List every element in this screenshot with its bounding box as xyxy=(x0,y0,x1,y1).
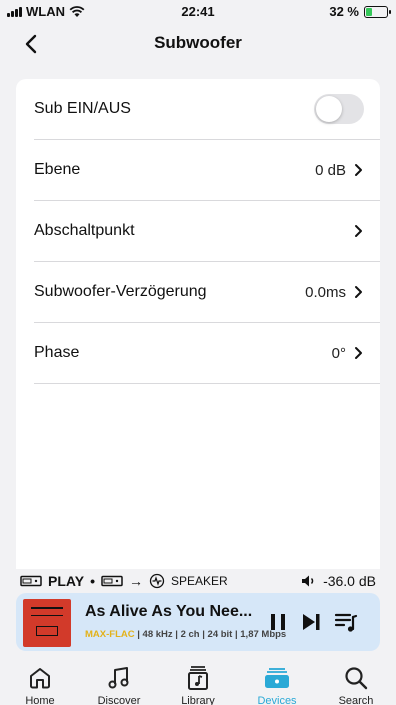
crossover-row[interactable]: Abschaltpunkt xyxy=(34,201,380,262)
queue-icon[interactable] xyxy=(334,610,358,634)
home-icon xyxy=(30,668,50,689)
devices-icon xyxy=(265,668,289,688)
delay-label: Subwoofer-Verzögerung xyxy=(34,283,207,300)
tab-library[interactable]: Library xyxy=(163,665,233,705)
chevron-right-icon xyxy=(355,347,362,359)
route-separator: • xyxy=(90,573,95,589)
volume-display[interactable]: -36.0 dB xyxy=(301,573,376,589)
cover-art-mark xyxy=(36,626,58,636)
battery-percent: 32 % xyxy=(329,4,359,19)
sub-toggle-row: Sub EIN/AUS xyxy=(34,79,380,140)
pause-icon[interactable] xyxy=(266,610,290,634)
track-title: As Alive As You Nee... xyxy=(85,603,253,620)
toggle-knob xyxy=(316,96,342,122)
track-details: | 48 kHz | 2 ch | 24 bit | 1,87 Mbps xyxy=(134,629,287,640)
tab-label: Devices xyxy=(257,695,297,705)
tab-devices[interactable]: Devices xyxy=(242,665,312,705)
status-right: 32 % xyxy=(329,4,391,19)
tab-search[interactable]: Search xyxy=(321,665,391,705)
route-left: PLAY • → SPEAKER xyxy=(20,573,228,589)
delay-row[interactable]: Subwoofer-Verzögerung 0.0ms xyxy=(34,262,380,323)
phase-row[interactable]: Phase 0° xyxy=(34,323,380,384)
page-title: Subwoofer xyxy=(154,33,242,52)
format-badge: MAX-FLAC xyxy=(85,629,135,640)
tab-label: Library xyxy=(181,695,215,705)
playback-route: PLAY • → SPEAKER -36.0 dB xyxy=(0,569,396,593)
sub-toggle-switch[interactable] xyxy=(314,94,364,124)
search-icon xyxy=(345,667,368,690)
status-bar: WLAN 22:41 32 % xyxy=(0,0,396,22)
route-target: SPEAKER xyxy=(170,574,228,588)
tab-label: Discover xyxy=(97,695,141,705)
chevron-right-icon xyxy=(355,286,362,298)
library-icon xyxy=(188,666,208,690)
volume-value: -36.0 dB xyxy=(323,573,376,589)
next-track-icon[interactable] xyxy=(299,610,323,634)
nav-header: Subwoofer xyxy=(0,24,396,64)
device-icon xyxy=(101,575,123,587)
music-note-icon xyxy=(108,667,129,689)
phase-label: Phase xyxy=(34,344,80,361)
tab-home[interactable]: Home xyxy=(5,665,75,705)
crossover-label: Abschaltpunkt xyxy=(34,222,135,239)
volume-icon xyxy=(302,575,314,587)
level-value: 0 dB xyxy=(315,161,346,179)
tab-discover[interactable]: Discover xyxy=(84,665,154,705)
chevron-right-icon xyxy=(355,225,362,237)
tab-bar: Home Discover Library Devices Search xyxy=(0,655,396,705)
mini-player[interactable]: As Alive As You Nee... MAX-FLAC | 48 kHz… xyxy=(16,593,380,651)
level-row[interactable]: Ebene 0 dB xyxy=(34,140,380,201)
track-meta: MAX-FLAC | 48 kHz | 2 ch | 24 bit | 1,87… xyxy=(85,629,286,640)
level-label: Ebene xyxy=(34,161,81,178)
route-arrow: → xyxy=(128,573,143,589)
route-source: PLAY xyxy=(48,573,85,589)
speaker-output-icon xyxy=(149,573,165,589)
sub-toggle-label: Sub EIN/AUS xyxy=(34,100,131,117)
tab-label: Search xyxy=(338,695,374,705)
delay-value: 0.0ms xyxy=(305,283,346,301)
device-icon xyxy=(20,575,42,587)
settings-card: Sub EIN/AUS Ebene 0 dB Abschaltpunkt Sub… xyxy=(16,79,380,569)
cover-art-mark xyxy=(31,607,63,616)
battery-icon xyxy=(364,5,391,18)
album-cover[interactable] xyxy=(23,599,71,647)
tab-label: Home xyxy=(25,695,55,705)
phase-value: 0° xyxy=(331,344,346,362)
chevron-right-icon xyxy=(355,164,362,176)
